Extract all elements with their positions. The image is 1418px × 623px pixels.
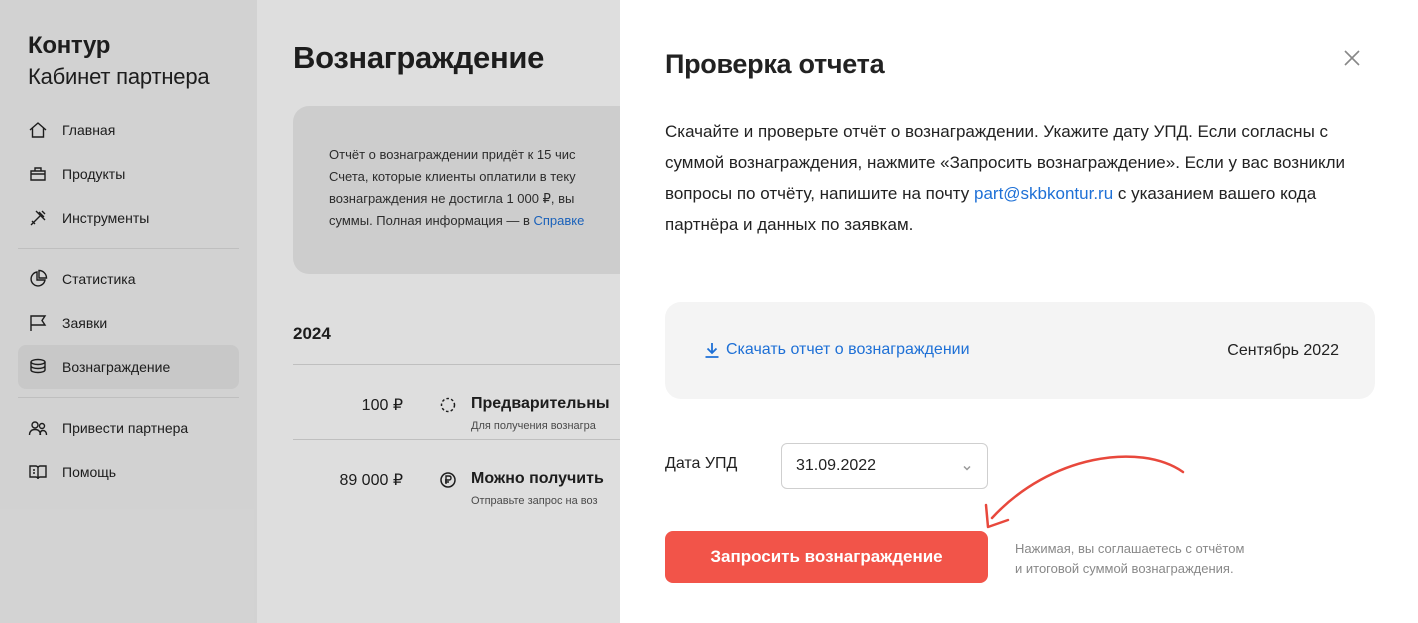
download-icon — [705, 343, 719, 358]
date-label: Дата УПД — [665, 455, 738, 472]
date-value: 31.09.2022 — [796, 457, 877, 474]
download-report-label: Скачать отчет о вознаграждении — [726, 341, 970, 358]
email-link[interactable]: part@skbkontur.ru — [974, 184, 1113, 203]
date-select[interactable]: 31.09.2022 — [781, 443, 988, 489]
chevron-down-icon — [961, 461, 973, 473]
modal-title: Проверка отчета — [665, 49, 885, 79]
report-check-modal: Проверка отчета Скачайте и проверьте отч… — [620, 0, 1418, 623]
submit-hint: Нажимая, вы соглашаетесь с отчётом и ито… — [1015, 539, 1244, 579]
report-period: Сентябрь 2022 — [1227, 342, 1339, 359]
download-report-link[interactable]: Скачать отчет о вознаграждении — [703, 341, 970, 359]
close-button[interactable] — [1340, 46, 1364, 70]
request-reward-button[interactable]: Запросить вознаграждение — [665, 531, 988, 583]
annotation-arrow-icon — [984, 455, 1185, 529]
hint-line: Нажимая, вы соглашаетесь с отчётом — [1015, 541, 1245, 556]
modal-backdrop[interactable] — [0, 0, 620, 623]
download-card: Скачать отчет о вознаграждении Сентябрь … — [665, 302, 1375, 399]
modal-description: Скачайте и проверьте отчёт о вознагражде… — [665, 116, 1345, 240]
close-icon — [1344, 50, 1360, 66]
hint-line: и итоговой суммой вознаграждения. — [1015, 561, 1234, 576]
